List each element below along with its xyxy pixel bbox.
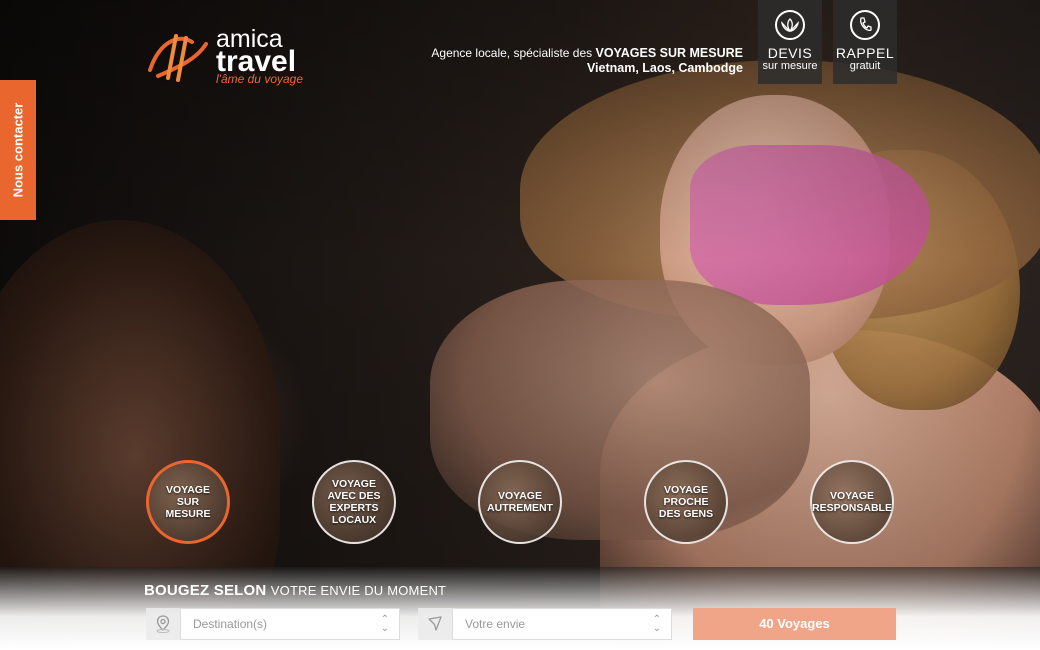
devis-subtitle: sur mesure xyxy=(762,60,818,72)
envie-select[interactable]: Votre envie ⌃ ⌄ xyxy=(452,608,672,640)
devis-title: DEVIS xyxy=(767,45,813,61)
rappel-subtitle: gratuit xyxy=(849,60,881,72)
category-voyage-sur-mesure[interactable]: VOYAGE SUR MESURE xyxy=(146,460,230,544)
select-arrows-icon: ⌃ ⌄ xyxy=(380,614,389,634)
devis-button[interactable]: DEVIS sur mesure xyxy=(758,0,822,84)
category-voyage-autrement[interactable]: VOYAGE AUTREMENT xyxy=(478,460,562,544)
header-tagline: Agence locale, spécialiste des VOYAGES S… xyxy=(431,46,743,75)
contact-tab-label: Nous contacter xyxy=(10,102,26,198)
category-list: VOYAGE SUR MESURE VOYAGE AVEC DES EXPERT… xyxy=(0,460,1040,550)
phone-icon xyxy=(850,10,880,40)
logo-mark-icon xyxy=(148,34,208,82)
brand-logo[interactable]: amica travel l'âme du voyage xyxy=(146,26,316,90)
lotus-icon xyxy=(775,10,805,40)
category-voyage-responsable[interactable]: VOYAGE RESPONSABLE xyxy=(810,460,894,544)
rappel-button[interactable]: RAPPEL gratuit xyxy=(833,0,897,84)
select-arrows-icon: ⌃ ⌄ xyxy=(652,614,661,634)
map-pin-icon xyxy=(146,608,180,640)
destination-select[interactable]: Destination(s) ⌃ ⌄ xyxy=(180,608,400,640)
category-proche-des-gens[interactable]: VOYAGE PROCHE DES GENS xyxy=(644,460,728,544)
logo-tagline: l'âme du voyage xyxy=(216,72,304,86)
hero-background xyxy=(0,0,1040,650)
rappel-title: RAPPEL xyxy=(835,45,895,61)
navigation-arrow-icon xyxy=(418,608,452,640)
category-experts-locaux[interactable]: VOYAGE AVEC DES EXPERTS LOCAUX xyxy=(312,460,396,544)
search-submit-button[interactable]: 40 Voyages xyxy=(693,608,896,640)
contact-tab[interactable]: Nous contacter xyxy=(0,80,36,220)
search-title: BOUGEZ SELON VOTRE ENVIE DU MOMENT xyxy=(144,582,447,599)
